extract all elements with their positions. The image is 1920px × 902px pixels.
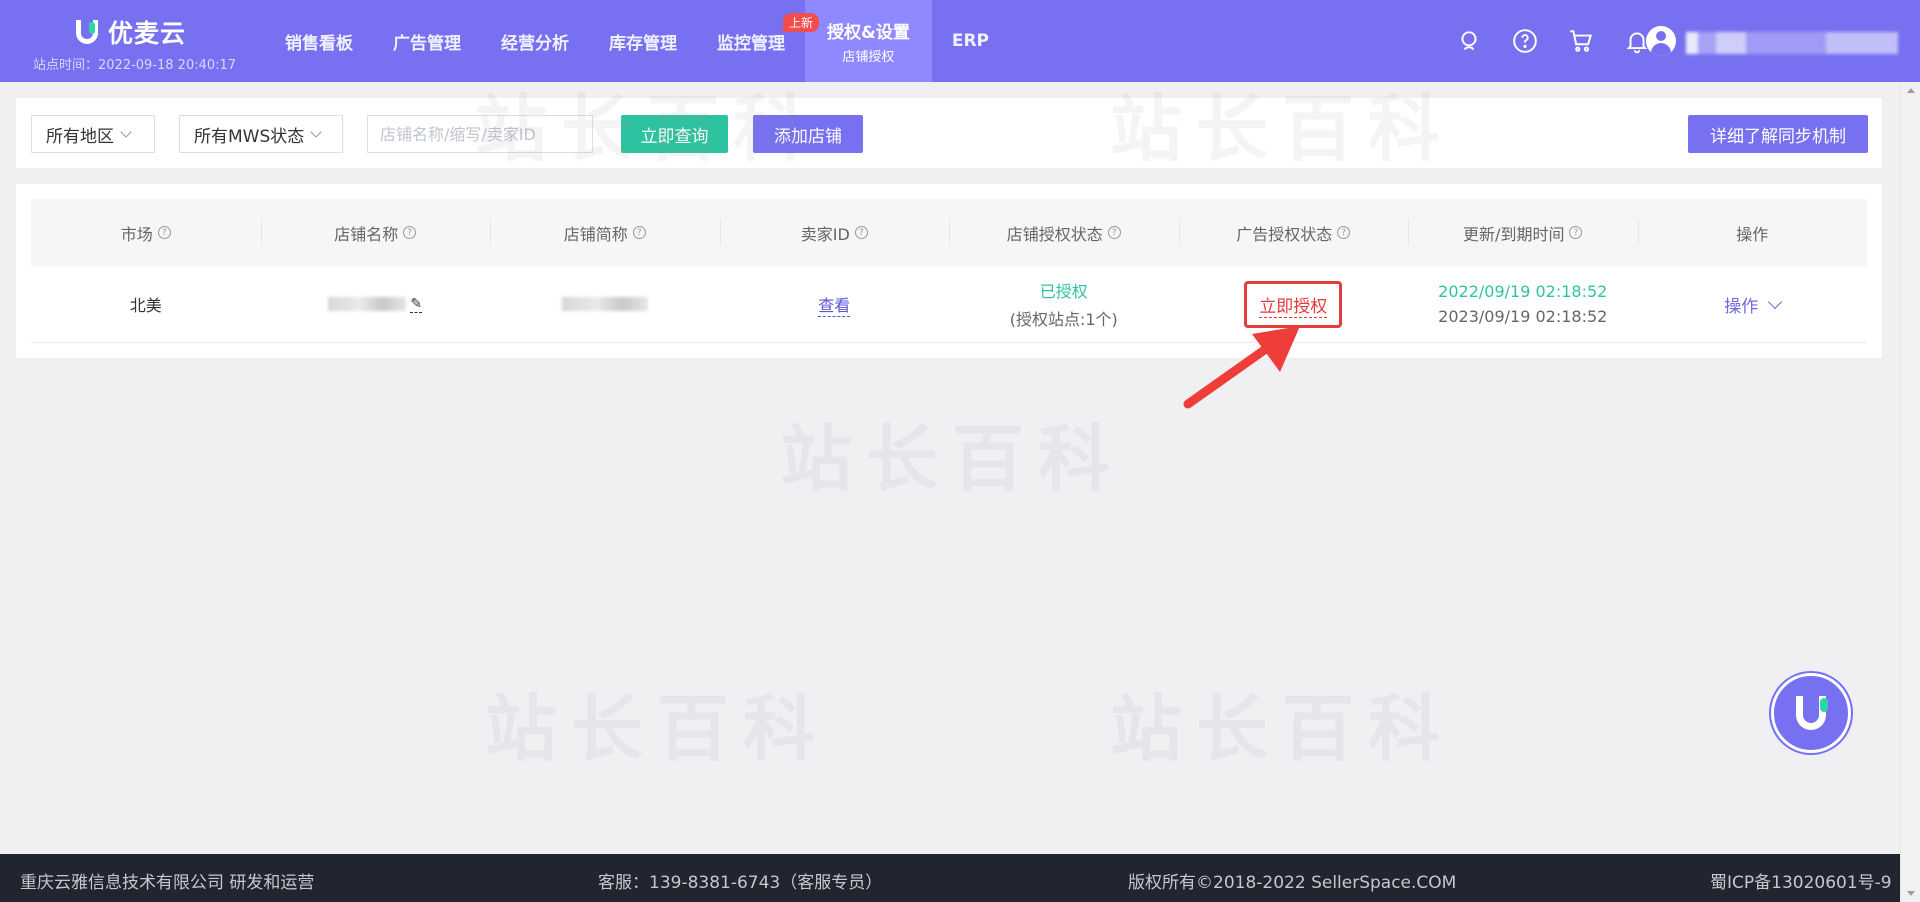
nav-ad-management[interactable]: 广告管理 [373, 0, 481, 82]
help-icon[interactable]: ? [403, 226, 417, 239]
sync-mechanism-button[interactable]: 详细了解同步机制 [1688, 115, 1868, 153]
view-seller-id-link[interactable]: 查看 [818, 292, 851, 317]
col-seller-id: 卖家ID? [719, 199, 950, 266]
cell-store-short-name [490, 266, 720, 342]
nav-business-analysis[interactable]: 经营分析 [481, 0, 589, 82]
col-update-expire-time: 更新/到期时间? [1408, 199, 1638, 266]
chevron-down-icon [310, 126, 322, 138]
footer-service: 客服：139-8381-6743（客服专员） [598, 873, 883, 893]
top-navigation-bar: 优麦云 站点时间：2022-09-18 20:40:17 销售看板 广告管理 经… [0, 0, 1920, 82]
watermark: 站长百科 [780, 417, 1125, 501]
cell-actions: 操作 [1638, 266, 1868, 342]
help-icon[interactable]: ? [157, 226, 171, 239]
new-badge: 上新 [783, 13, 820, 32]
store-short-name-redacted [561, 297, 648, 311]
nav-auth-settings[interactable]: 上新 授权&设置 店铺授权 [783, 0, 932, 82]
help-icon[interactable]: ? [1107, 226, 1121, 239]
chevron-down-icon [120, 126, 132, 138]
filter-bar: 所有地区 所有MWS状态 立即查询 添加店铺 详细了解同步机制 [16, 98, 1882, 168]
chevron-down-icon [1768, 294, 1783, 309]
nav-sales-dashboard[interactable]: 销售看板 [265, 0, 373, 82]
nav-inventory-management[interactable]: 库存管理 [589, 0, 697, 82]
update-time: 2022/09/19 02:18:52 [1438, 282, 1608, 301]
main-nav: 销售看板 广告管理 经营分析 库存管理 监控管理 上新 授权&设置 店铺授权 E… [265, 0, 1009, 82]
cell-update-expire-time: 2022/09/19 02:18:52 2023/09/19 02:18:52 [1408, 266, 1638, 342]
site-time: 站点时间：2022-09-18 20:40:17 [33, 58, 237, 73]
cart-icon[interactable] [1564, 24, 1598, 58]
help-icon[interactable]: ? [1569, 226, 1583, 239]
col-store-name: 店铺名称? [260, 199, 491, 266]
query-button[interactable]: 立即查询 [621, 115, 728, 153]
mws-status-select[interactable]: 所有MWS状态 [179, 115, 343, 153]
logo-icon [74, 18, 100, 46]
username-redacted[interactable] [1686, 32, 1898, 54]
cell-market: 北美 [129, 296, 162, 315]
expire-time: 2023/09/19 02:18:52 [1438, 307, 1608, 326]
authorize-now-link[interactable]: 立即授权 [1259, 296, 1328, 318]
customer-service-icon[interactable] [1452, 24, 1486, 58]
assistant-logo-icon [1771, 673, 1851, 753]
store-search-input[interactable] [367, 115, 593, 153]
watermark: 站长百科 [485, 687, 830, 771]
help-icon[interactable]: ? [854, 226, 868, 239]
annotation-arrow-icon [1183, 326, 1300, 409]
footer: 重庆云雅信息技术有限公司 研发和运营 客服：139-8381-6743（客服专员… [0, 854, 1900, 902]
help-icon[interactable]: ? [1337, 226, 1351, 239]
nav-erp[interactable]: ERP [932, 0, 1009, 82]
help-icon[interactable]: ? [632, 226, 646, 239]
brand-name: 优麦云 [108, 19, 187, 48]
footer-icp[interactable]: 蜀ICP备13020601号-9 [1710, 868, 1892, 893]
cell-seller-id: 查看 [720, 266, 950, 342]
add-store-button[interactable]: 添加店铺 [753, 115, 863, 153]
vertical-scrollbar[interactable] [1900, 82, 1920, 902]
cell-store-auth-status: 已授权 (授权站点:1个) [949, 266, 1179, 342]
store-auth-sites: (授权站点:1个) [1009, 310, 1118, 329]
user-avatar[interactable] [1646, 26, 1676, 56]
col-market: 市场? [31, 199, 261, 266]
store-name-redacted [328, 297, 407, 311]
col-store-short-name: 店铺简称? [490, 199, 720, 266]
help-icon[interactable] [1508, 24, 1542, 58]
col-ad-auth-status: 广告授权状态? [1178, 199, 1409, 266]
table-header: 市场? 店铺名称? 店铺简称? 卖家ID? 店铺授权状态? 广告授权状态? 更新… [31, 199, 1867, 266]
footer-copyright: 版权所有©2018-2022 SellerSpace.COM [1128, 873, 1457, 893]
store-table-panel: 市场? 店铺名称? 店铺简称? 卖家ID? 店铺授权状态? 广告授权状态? 更新… [16, 184, 1882, 358]
footer-company: 重庆云雅信息技术有限公司 研发和运营 [20, 873, 315, 893]
col-store-auth-status: 店铺授权状态? [949, 199, 1179, 266]
floating-assistant-button[interactable] [1766, 668, 1856, 758]
cell-store-name: ✎ [261, 266, 491, 342]
edit-pencil-icon[interactable]: ✎ [410, 296, 423, 313]
header-icons [1452, 24, 1654, 58]
brand-logo[interactable]: 优麦云 [74, 14, 186, 50]
col-actions: 操作 [1637, 199, 1868, 266]
actions-dropdown[interactable]: 操作 [1724, 292, 1783, 317]
table-row: 北美 ✎ 查看 已授权 (授权站点:1个) 立即授权 2022/09/19 02… [31, 266, 1867, 343]
store-auth-status: 已授权 [1039, 282, 1088, 301]
nav-sub-store-auth: 店铺授权 [842, 49, 895, 65]
watermark: 站长百科 [1110, 687, 1455, 771]
region-select[interactable]: 所有地区 [31, 115, 155, 153]
